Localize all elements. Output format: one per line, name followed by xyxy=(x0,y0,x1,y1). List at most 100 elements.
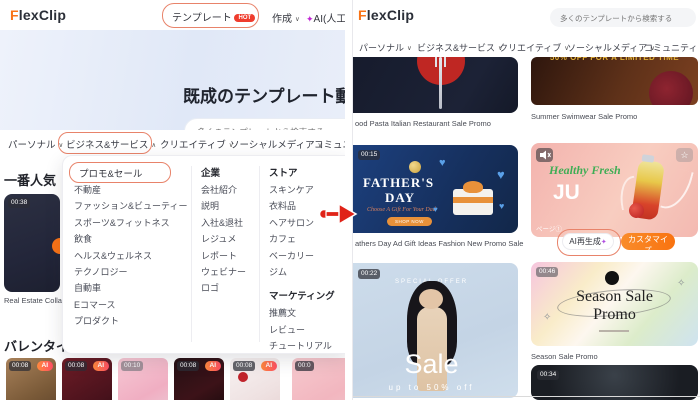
duration-badge: 00:10 xyxy=(121,361,144,372)
menu-item[interactable]: Eコマース xyxy=(74,297,187,313)
menu-item[interactable]: レビュー xyxy=(269,322,335,338)
menu-item[interactable]: 飲食 xyxy=(74,231,187,247)
menu-item[interactable]: ヘルス&ウェルネス xyxy=(74,248,187,264)
thumbnail-orange-accent xyxy=(52,238,60,254)
customize-button[interactable]: カスタマイズ xyxy=(621,233,675,255)
swimwear-overlay-text: 50% OFF FOR A LIMITED TIME xyxy=(549,57,680,62)
template-card[interactable]: 00:08 AI xyxy=(6,358,56,400)
left-panel: FlexClip テンプレート HOT 作成∨ ✦AI(人工知能 既成のテンプレ… xyxy=(0,0,345,400)
sale-template-card[interactable]: 00:22 SPECIAL OFFER Sale up to 50% off xyxy=(353,263,518,398)
template-card[interactable]: 00:0 xyxy=(292,358,345,400)
menu-item[interactable]: スキンケア xyxy=(269,182,335,198)
cat-creative[interactable]: クリエイティブ ∨ xyxy=(160,137,234,151)
season-title-2: Promo xyxy=(593,306,636,323)
pasta-template-card[interactable] xyxy=(353,57,518,113)
menu-item[interactable]: 会社紹介 xyxy=(201,182,246,198)
menu-item[interactable]: ファッション&ビューティー xyxy=(74,198,187,214)
card-caption: athers Day Ad Gift Ideas Fashion New Pro… xyxy=(355,239,524,248)
menu-item[interactable]: テクノロジー xyxy=(74,264,187,280)
menu-item[interactable]: 不動産 xyxy=(74,182,187,198)
menu-item[interactable]: 入社&退社 xyxy=(201,215,246,231)
menu-item[interactable]: ロゴ xyxy=(201,280,246,296)
menu-item[interactable]: カフェ xyxy=(269,231,335,247)
duration-badge: 00:46 xyxy=(536,267,559,278)
duration-badge: 00:08 xyxy=(9,361,32,372)
valentine-card-row: 00:08 AI 00:08 AI 00:10 00:08 AI 00:08 A… xyxy=(0,358,345,400)
swimwear-template-card[interactable]: 50% OFF FOR A LIMITED TIME xyxy=(531,57,698,105)
duration-badge: 00:08 xyxy=(177,361,200,372)
flexclip-logo[interactable]: FlexClip xyxy=(10,7,66,23)
template-card[interactable]: 00:08 AI xyxy=(62,358,112,400)
cat-community-label: コミュニティ xyxy=(644,43,698,53)
cat-personal[interactable]: パーソナル ∨ xyxy=(8,137,63,151)
menu-item[interactable]: ウェビナー xyxy=(201,264,246,280)
cat-business[interactable]: ビジネス&サービス ∧ xyxy=(66,137,156,151)
duration-badge: 00:08 xyxy=(65,361,88,372)
template-card[interactable]: 00:10 xyxy=(118,358,168,400)
cat-personal[interactable]: パーソナル ∨ xyxy=(359,41,412,54)
mute-icon[interactable] xyxy=(536,148,553,162)
duration-badge: 00:34 xyxy=(537,370,560,381)
nav-create[interactable]: 作成 ∨ xyxy=(272,10,300,25)
cat-community[interactable]: コミュニティ∨ xyxy=(644,41,700,54)
logo-f: F xyxy=(358,7,367,23)
thumbnail-red-accent xyxy=(238,372,248,382)
cat-community[interactable]: コミュニティ xyxy=(314,137,345,151)
business-dropdown-menu: プロモ&セール 不動産 ファッション&ビューティー スポーツ&フィットネス 飲食… xyxy=(62,155,345,354)
season-template-card[interactable]: 00:46 Season Sale Promo ✧ ✧ xyxy=(531,262,698,346)
duration-badge: 00:08 xyxy=(233,361,256,372)
popular-template-card[interactable]: 00:38 xyxy=(4,194,60,292)
menu-item[interactable]: レジュメ xyxy=(201,231,246,247)
cat-community-label: コミュニティ xyxy=(314,140,345,151)
dark-template-card[interactable]: 00:34 xyxy=(531,365,698,400)
menu-group-header: ストア xyxy=(269,168,298,179)
menu-group-header: 企業 xyxy=(201,168,221,179)
ai-label: AI(人工知能 xyxy=(313,14,345,25)
menu-item-promo-sale[interactable]: プロモ&セール xyxy=(79,166,142,180)
nav-templates[interactable]: テンプレート HOT xyxy=(172,9,256,24)
menu-item[interactable]: レポート xyxy=(201,248,246,264)
favorite-star-icon[interactable]: ☆ xyxy=(676,148,693,162)
popular-section-title: 一番人気 xyxy=(4,173,57,188)
heart-icon: ♥ xyxy=(439,157,446,169)
menu-item[interactable]: プロダクト xyxy=(74,313,187,329)
ai-badge: AI xyxy=(36,361,53,371)
flexclip-logo[interactable]: FlexClip xyxy=(358,7,414,23)
left-header: FlexClip テンプレート HOT 作成∨ ✦AI(人工知能 xyxy=(0,0,345,30)
menu-item[interactable]: 推薦文 xyxy=(269,305,335,321)
logo-f: F xyxy=(10,7,19,23)
template-card[interactable]: 00:08 AI xyxy=(230,358,280,400)
cat-creative[interactable]: クリエイティブ ∨ xyxy=(499,41,569,54)
menu-item[interactable]: チュートリアル xyxy=(269,338,335,354)
duration-badge: 00:0 xyxy=(295,361,314,372)
template-card[interactable]: 00:08 AI xyxy=(174,358,224,400)
sparkle-diamond-icon: ✧ xyxy=(677,278,686,289)
menu-item[interactable]: スポーツ&フィットネス xyxy=(74,215,187,231)
menu-item[interactable]: ベーカリー xyxy=(269,248,335,264)
menu-item[interactable]: 説明 xyxy=(201,198,246,214)
cat-personal-label: パーソナル xyxy=(8,140,56,151)
cat-business[interactable]: ビジネス&サービス ∨ xyxy=(417,41,503,54)
splash-graphic xyxy=(660,166,694,214)
chevron-up-icon: ∧ xyxy=(151,142,157,149)
cat-social[interactable]: ソーシャルメディア ∨ xyxy=(230,137,322,151)
flexclip-comparison-screenshot: FlexClip テンプレート HOT 作成∨ ✦AI(人工知能 既成のテンプレ… xyxy=(0,0,700,400)
fathers-day-template-card[interactable]: 00:15 FATHER'S DAY Choose A Gift For You… xyxy=(353,145,518,233)
sparkle-diamond-icon: ✧ xyxy=(543,312,552,323)
cat-social[interactable]: ソーシャルメディア ∨ xyxy=(567,41,655,54)
header-search-input[interactable] xyxy=(550,9,700,28)
card-caption: Summer Swimwear Sale Promo xyxy=(531,112,638,121)
hot-badge: HOT xyxy=(234,14,256,22)
sale-title: Sale xyxy=(404,349,459,379)
ai-regenerate-button[interactable]: AI再生成✦ xyxy=(562,233,614,250)
right-panel: FlexClip パーソナル∨ ビジネス&サービス∨ クリエイティブ∨ ソーシャ… xyxy=(352,0,700,400)
cat-creative-label: クリエイティブ xyxy=(160,140,226,151)
juice-template-card[interactable]: ☆ Healthy Fresh JU ページ① xyxy=(531,143,698,237)
season-title-1: Season Sale xyxy=(576,288,653,305)
gift-bow-graphic xyxy=(463,181,483,193)
nav-ai-tools[interactable]: ✦AI(人工知能 xyxy=(306,10,345,25)
menu-item[interactable]: 自動車 xyxy=(74,280,187,296)
fathers-title-1: FATHER'S xyxy=(363,175,435,190)
menu-item[interactable]: ジム xyxy=(269,264,335,280)
customize-label: カスタマイズ xyxy=(628,235,668,255)
